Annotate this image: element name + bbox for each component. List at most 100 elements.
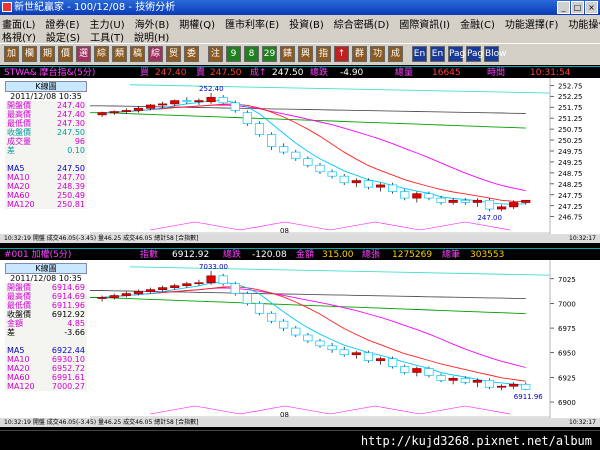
info-row: 最低價 247.30 [5, 119, 87, 128]
menu-item[interactable]: 期權(Q) [179, 20, 215, 31]
menu-item[interactable]: 功能選擇(F) [505, 20, 559, 31]
candlestick-chart-2[interactable]: 7025 7000 6975 6950 6925 6900 7033.00 6911.96 08 [0, 260, 600, 419]
toolbar-button[interactable]: ↑ [334, 46, 349, 62]
candle[interactable] [254, 301, 265, 316]
candle-down [388, 358, 398, 367]
candle[interactable] [388, 356, 398, 369]
chart-panel-2[interactable]: 7025 7000 6975 6950 6925 6900 7033.00 6911.96 08… [0, 260, 600, 419]
candle-up [448, 378, 458, 381]
candle-up [412, 193, 422, 199]
toolbar-button[interactable]: 贸 [166, 46, 181, 62]
toolbar-button[interactable]: 成 [388, 46, 403, 62]
menu-item[interactable]: 國際資訊(I) [399, 20, 450, 31]
candle-down [339, 349, 349, 356]
candle-up [182, 283, 192, 287]
toolbar-button[interactable]: 綜 [148, 46, 163, 62]
toolbar-button[interactable]: Page [448, 46, 471, 62]
info-row: MA20 248.39 [5, 182, 87, 191]
candle-down [521, 383, 531, 390]
menu-item[interactable]: 金融(C) [460, 20, 495, 31]
candle[interactable] [254, 121, 265, 137]
candle[interactable] [218, 273, 228, 286]
candle-down [291, 151, 301, 160]
info-row: MA5 247.50 [5, 164, 87, 173]
watermark-url: http://kujd3268.pixnet.net/album [360, 434, 592, 448]
info-row: 最低價 6911.96 [5, 301, 87, 310]
toolbar-button[interactable]: 29 [262, 46, 277, 62]
info-row: 開盤價 247.40 [5, 101, 87, 110]
toolbar-button[interactable]: 類 [112, 46, 127, 62]
menu-row-2: 格視(Y) 設定(S) 工具(T) 說明(H) [2, 29, 179, 44]
candlestick-chart-1[interactable]: 252.75 252.25 251.75 251.25 250.75 250.25 249.… [0, 78, 600, 235]
close-button[interactable]: × [585, 1, 598, 14]
toolbar-button[interactable]: 選 [76, 46, 91, 62]
toolbar-button[interactable]: 8 [244, 46, 259, 62]
info-label: 最高價 [7, 110, 31, 119]
minimize-button[interactable]: _ [557, 1, 570, 14]
candle-down [254, 123, 265, 135]
toolbar: 加欄期價選綜類稿綜贸委注 9 8 29 錶興指 ↑ 群功成 En En Page Page Blow [0, 43, 600, 65]
candle-up [133, 291, 144, 294]
candle[interactable] [266, 311, 277, 324]
toolbar-button[interactable]: 委 [184, 46, 199, 62]
candle[interactable] [363, 350, 374, 363]
toolbar-button[interactable]: En [412, 46, 427, 62]
y-tick-label: 247.25 [558, 203, 583, 211]
info-value: 247.30 [57, 119, 85, 128]
toolbar-button[interactable]: Blow [484, 46, 507, 62]
info-value: 0.10 [67, 146, 85, 155]
candle[interactable] [484, 198, 495, 212]
y-tick-label: 249.75 [558, 148, 583, 156]
menu-item[interactable]: 功能操作(K) [568, 20, 600, 31]
menu-item[interactable]: 投資(B) [289, 20, 324, 31]
candle[interactable] [242, 291, 252, 306]
menu-item[interactable]: 綜合密碼(D) [334, 20, 390, 31]
toolbar-button[interactable]: 指 [316, 46, 331, 62]
y-tick-label: 251.25 [558, 115, 583, 123]
candle-up [194, 100, 204, 103]
toolbar-button[interactable]: 興 [298, 46, 313, 62]
info-row: 開盤價 6914.69 [5, 283, 87, 292]
toolbar-button[interactable]: 注 [208, 46, 223, 62]
info-row: 差 0.10 [5, 146, 87, 155]
candle[interactable] [242, 110, 252, 126]
toolbar-button[interactable]: En [430, 46, 445, 62]
plot-area [90, 78, 550, 234]
info-label: MA120 [7, 200, 35, 209]
info-label: 最低價 [7, 301, 31, 310]
toolbar-button[interactable]: 欄 [22, 46, 37, 62]
chart-panel-1[interactable]: 252.75 252.25 251.75 251.25 250.75 250.25 249.… [0, 78, 600, 235]
menu-item[interactable]: 匯市利率(E) [225, 20, 279, 31]
toolbar-button[interactable]: 綜 [94, 46, 109, 62]
info-row: 成交量 96 [5, 137, 87, 146]
candle-down [303, 158, 313, 166]
candle[interactable] [291, 326, 301, 337]
toolbar-button[interactable]: 稿 [130, 46, 145, 62]
toolbar-button[interactable]: 錶 [280, 46, 295, 62]
candle-up [509, 383, 519, 387]
toolbar-button[interactable]: 功 [370, 46, 385, 62]
info-label: 金額 [7, 319, 23, 328]
toolbar-button[interactable]: 9 [226, 46, 241, 62]
candle-down [315, 340, 325, 347]
candle-up [351, 352, 361, 356]
candle[interactable] [424, 366, 434, 378]
toolbar-button[interactable]: 期 [40, 46, 55, 62]
info-value: 6991.61 [51, 373, 85, 382]
y-tick-label: 246.75 [558, 214, 583, 222]
toolbar-button[interactable]: 價 [58, 46, 73, 62]
info-row [5, 337, 87, 346]
candle-up [496, 385, 507, 388]
low-label: 247.00 [477, 214, 502, 222]
candle-down [436, 375, 446, 381]
toolbar-button[interactable]: 群 [352, 46, 367, 62]
maximize-button[interactable]: □ [571, 1, 584, 14]
toolbar-button[interactable]: 加 [4, 46, 19, 62]
candle-up [194, 282, 204, 285]
candle[interactable] [230, 281, 240, 296]
info-title: K線圖 [5, 81, 87, 92]
candle[interactable] [484, 378, 495, 390]
candle-up [206, 96, 216, 103]
info-value: 6911.96 [51, 301, 85, 310]
toolbar-button[interactable]: Page [466, 46, 489, 62]
